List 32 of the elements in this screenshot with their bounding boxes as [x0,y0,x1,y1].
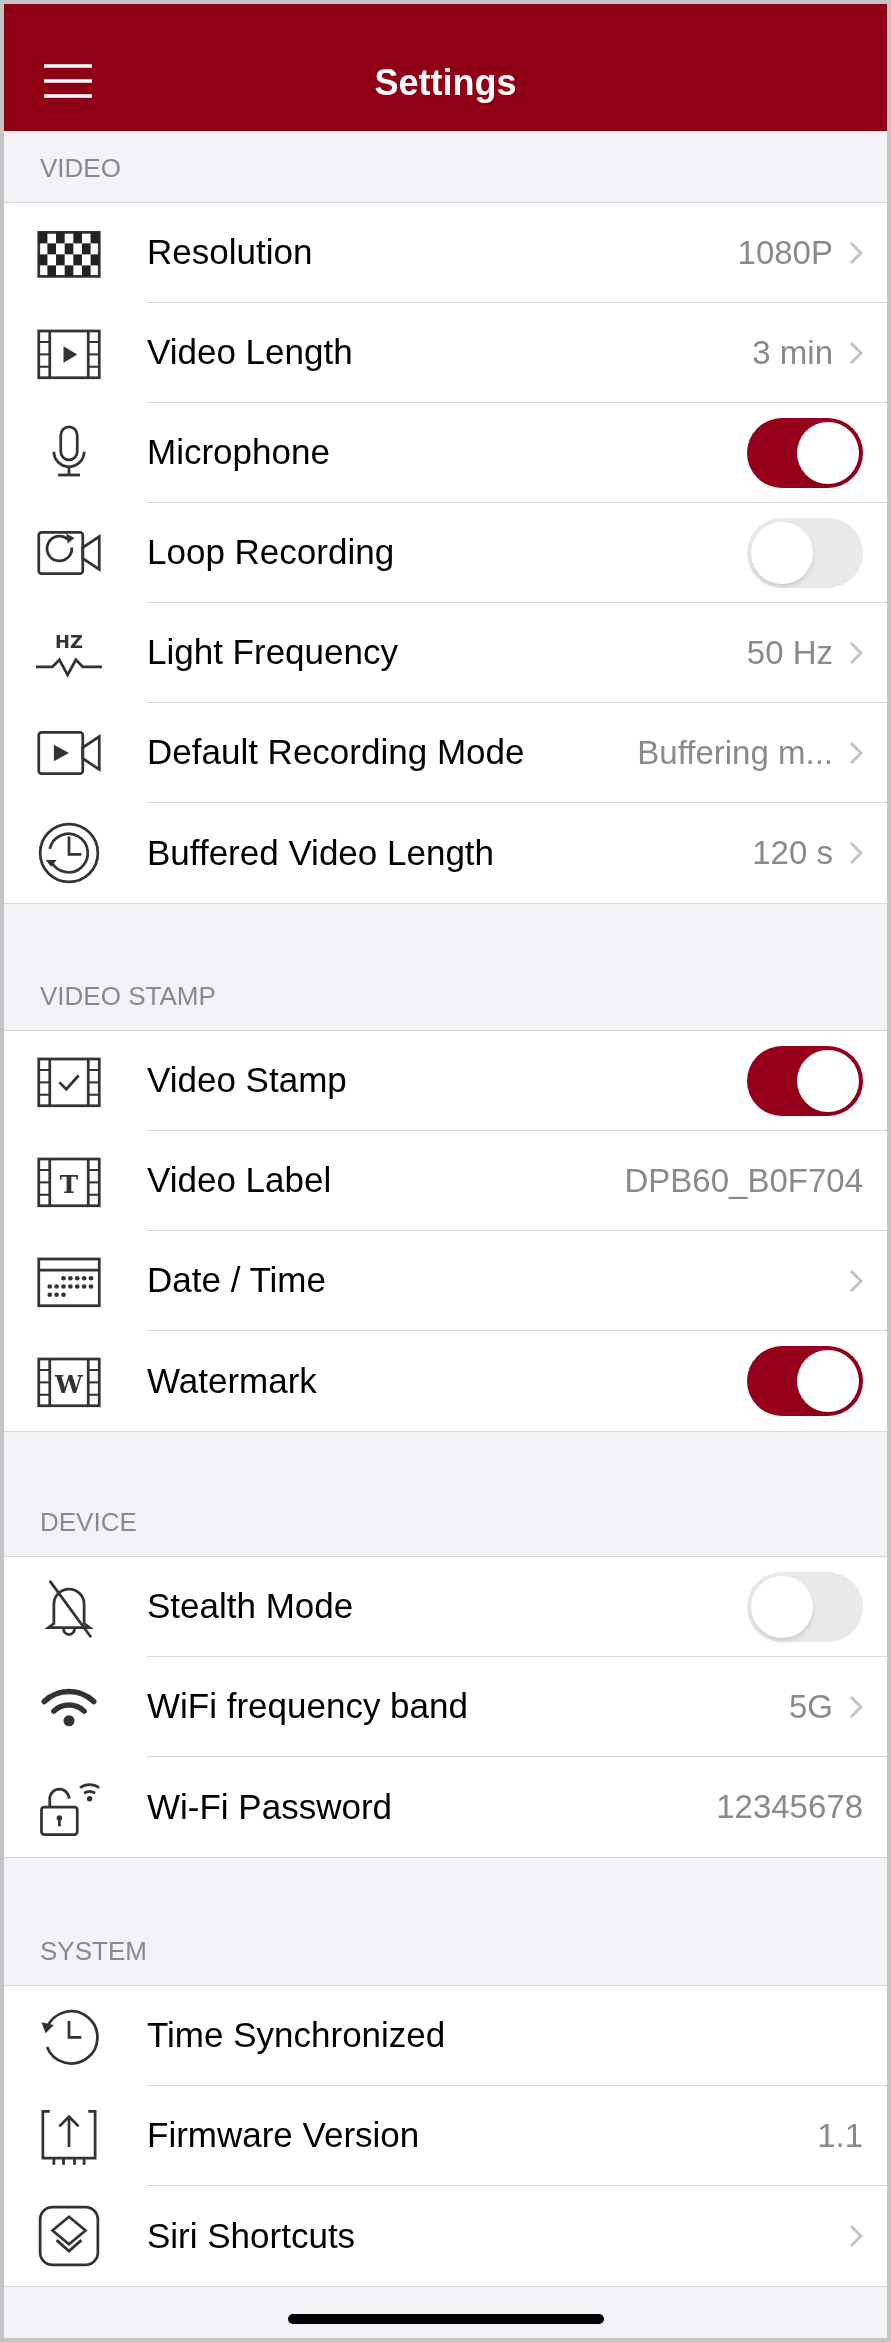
setting-label: Wi-Fi Password [147,1785,393,1828]
setting-value: 12345678 [716,1787,863,1828]
setting-value: 3 min [752,332,833,373]
setting-label: Siri Shortcuts [147,2214,356,2257]
section-header: VIDEO [40,152,121,185]
setting-value: 1.1 [817,2115,863,2156]
setting-value: 50 Hz [746,632,833,673]
menu-icon[interactable] [44,64,92,98]
setting-value: 5G [788,1686,833,1727]
setting-label: Time Synchronized [147,2014,446,2057]
setting-label: Microphone [147,431,330,474]
setting-value: Buffering m... [637,732,833,773]
setting-label: Video Length [147,331,353,374]
setting-label: Date / Time [147,1259,326,1302]
section-header: SYSTEM [40,1935,147,1968]
setting-label: Firmware Version [147,2114,420,2157]
section-header: DEVICE [40,1506,137,1539]
setting-label: Video Label [147,1159,332,1202]
screen-title: Settings [374,60,517,105]
setting-label: Light Frequency [147,631,398,674]
setting-label: WiFi frequency band [147,1685,468,1728]
setting-label: Resolution [147,231,313,274]
setting-label: Loop Recording [147,531,395,574]
setting-label: Video Stamp [147,1059,347,1102]
setting-label: Watermark [147,1359,317,1402]
section-header: VIDEO STAMP [40,980,216,1013]
setting-label: Stealth Mode [147,1585,354,1628]
setting-label: Buffered Video Length [147,831,495,874]
setting-label: Default Recording Mode [147,731,525,774]
setting-value: 1080P [737,232,833,273]
setting-value: 120 s [752,833,833,874]
setting-value: DPB60_B0F704 [624,1160,863,1201]
